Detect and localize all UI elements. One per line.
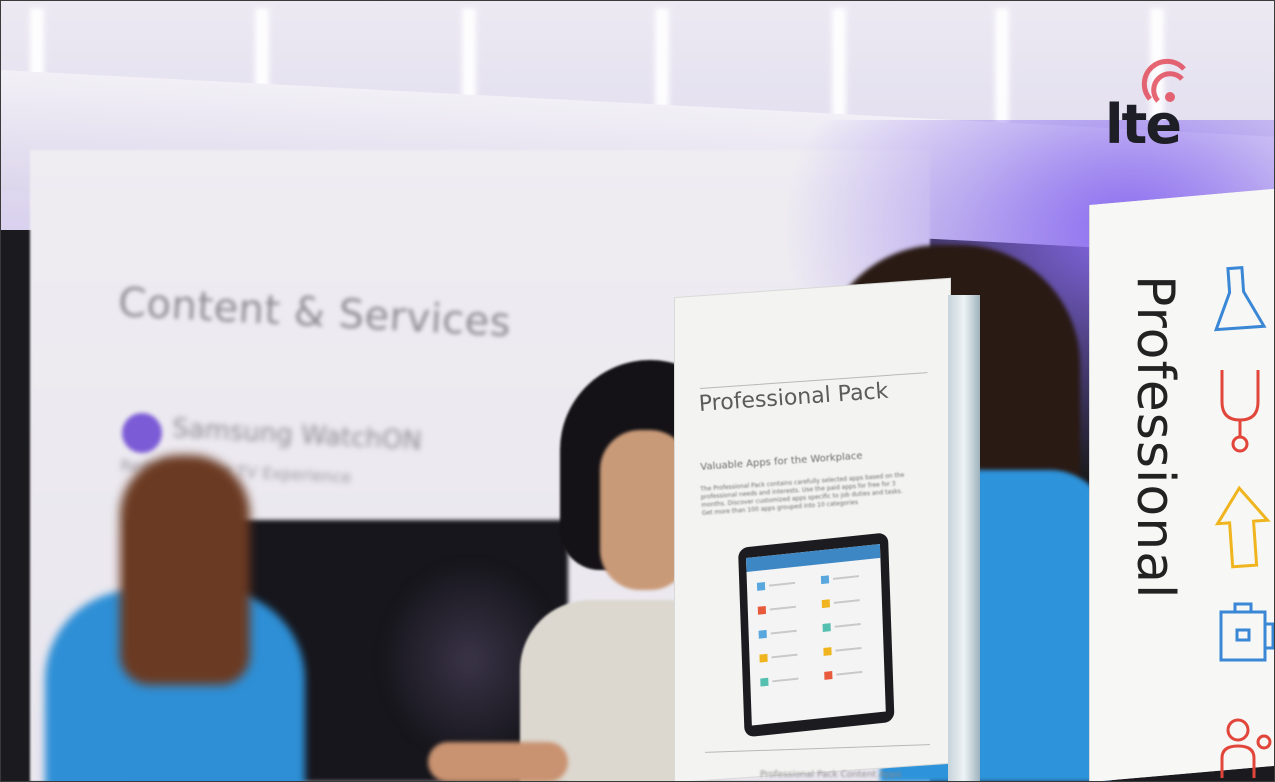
arrow-icon: [1214, 485, 1271, 569]
app-label: [770, 629, 797, 635]
app-tile: [823, 647, 832, 656]
app-tile: [759, 653, 768, 663]
app-tile: [757, 605, 767, 615]
app-tile: [824, 671, 833, 680]
tablet-screen: [746, 543, 886, 726]
app-label: [834, 623, 861, 628]
app-tile: [820, 575, 830, 585]
app-tile: [822, 623, 831, 632]
person-left-hair: [120, 455, 250, 685]
sign-text: Professional: [1125, 275, 1185, 600]
person-icon: [1220, 718, 1272, 778]
app-label: [832, 575, 860, 580]
app-tile: [821, 599, 830, 609]
photo-scene: Content & Services Samsung WatchON Redef…: [0, 0, 1275, 782]
hand: [428, 742, 568, 782]
brochure-footer: Professional Pack Content Apps: [760, 770, 902, 780]
app-label: [769, 605, 796, 611]
app-label: [835, 646, 862, 652]
app-tile: [756, 582, 766, 591]
lte-logo: lte: [1105, 93, 1182, 156]
watchon-app-icon: [122, 413, 162, 453]
app-tile: [760, 677, 769, 687]
app-label: [833, 599, 860, 604]
stethoscope-icon: [1220, 370, 1260, 453]
app-tile: [758, 629, 767, 639]
briefcase-icon: [1219, 602, 1275, 662]
ceiling-light: [255, 8, 269, 94]
app-label: [771, 653, 798, 659]
app-label: [768, 581, 796, 587]
acrylic-stand-edge: [948, 295, 980, 782]
app-label: [836, 670, 863, 676]
flask-icon: [1213, 266, 1267, 332]
app-label: [772, 677, 799, 683]
